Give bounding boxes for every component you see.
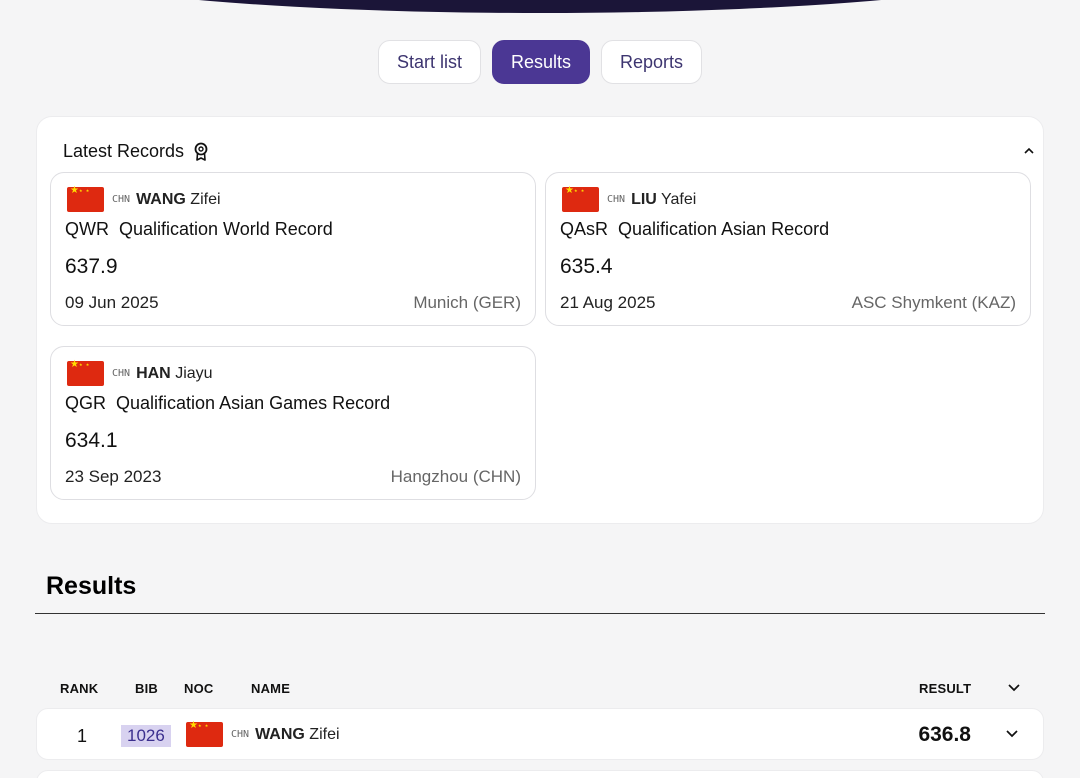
- column-header-rank: RANK: [60, 681, 99, 696]
- latest-records-title: Latest Records: [63, 141, 185, 161]
- record-code: QAsR: [560, 219, 609, 239]
- bib-badge: 1026: [121, 725, 171, 747]
- divider: [35, 613, 1045, 614]
- chevron-down-icon: [1008, 684, 1020, 692]
- record-code: QWR: [65, 219, 109, 239]
- china-flag-icon: [562, 186, 599, 212]
- athlete-name: WANG Zifei: [255, 725, 340, 743]
- rank-cell: 1: [77, 726, 88, 746]
- expand-row-button[interactable]: [1003, 725, 1021, 743]
- athlete-name: HAN Jiayu: [136, 364, 213, 382]
- china-flag-icon: [67, 186, 104, 212]
- record-name: Qualification Asian Games Record: [116, 393, 391, 413]
- athlete-name: WANG Zifei: [136, 190, 221, 208]
- expand-all-button[interactable]: [1005, 679, 1023, 697]
- noc-code: CHN: [607, 194, 626, 205]
- record-value: 637.9: [65, 255, 118, 278]
- latest-records-panel: Latest Records CHN WANG Zifei QWR Qualif…: [36, 116, 1044, 524]
- column-header-noc: NOC: [184, 681, 214, 696]
- record-card[interactable]: CHN HAN Jiayu QGR Qualification Asian Ga…: [50, 346, 536, 500]
- record-athlete: CHN HAN Jiayu: [67, 360, 213, 386]
- column-header-name: NAME: [251, 681, 291, 696]
- record-value: 634.1: [65, 429, 118, 452]
- row-athlete: CHN WANG Zifei: [186, 721, 340, 747]
- latest-records-header: Latest Records: [63, 141, 210, 162]
- header-banner: [20, 0, 1060, 13]
- record-name: Qualification World Record: [119, 219, 333, 239]
- result-value: 636.8: [918, 723, 971, 746]
- results-heading: Results: [46, 572, 137, 600]
- record-place: Hangzhou (CHN): [390, 467, 521, 486]
- record-date: 09 Jun 2025: [65, 293, 159, 312]
- record-athlete: CHN WANG Zifei: [67, 186, 221, 212]
- record-type: QGR Qualification Asian Games Record: [65, 393, 390, 414]
- table-row[interactable]: 1 1026 CHN WANG Zifei 636.8: [36, 708, 1044, 760]
- medal-icon: [192, 142, 210, 162]
- record-name: Qualification Asian Record: [618, 219, 830, 239]
- record-type: QWR Qualification World Record: [65, 219, 333, 240]
- record-code: QGR: [65, 393, 107, 413]
- record-date: 23 Sep 2023: [65, 467, 162, 486]
- record-athlete: CHN LIU Yafei: [562, 186, 697, 212]
- tab-reports[interactable]: Reports: [601, 40, 703, 84]
- record-place: ASC Shymkent (KAZ): [851, 293, 1016, 312]
- noc-code: CHN: [112, 368, 131, 379]
- view-tabs: Start list Results Reports: [0, 40, 1080, 84]
- chevron-down-icon: [1006, 730, 1018, 738]
- record-place: Munich (GER): [413, 293, 521, 312]
- record-value: 635.4: [560, 255, 613, 278]
- table-row[interactable]: [36, 770, 1044, 778]
- record-type: QAsR Qualification Asian Record: [560, 219, 829, 240]
- china-flag-icon: [186, 721, 223, 747]
- column-header-result: RESULT: [919, 681, 972, 696]
- record-date: 21 Aug 2025: [560, 293, 656, 312]
- tab-results[interactable]: Results: [491, 40, 590, 84]
- noc-code: CHN: [112, 194, 131, 205]
- noc-code: CHN: [231, 729, 250, 740]
- china-flag-icon: [67, 360, 104, 386]
- tab-start-list[interactable]: Start list: [377, 40, 481, 84]
- record-card[interactable]: CHN WANG Zifei QWR Qualification World R…: [50, 172, 536, 326]
- athlete-name: LIU Yafei: [631, 190, 697, 208]
- column-header-bib: BIB: [135, 681, 158, 696]
- collapse-records-button[interactable]: [1019, 141, 1039, 161]
- chevron-up-icon: [1024, 147, 1034, 154]
- record-card[interactable]: CHN LIU Yafei QAsR Qualification Asian R…: [545, 172, 1031, 326]
